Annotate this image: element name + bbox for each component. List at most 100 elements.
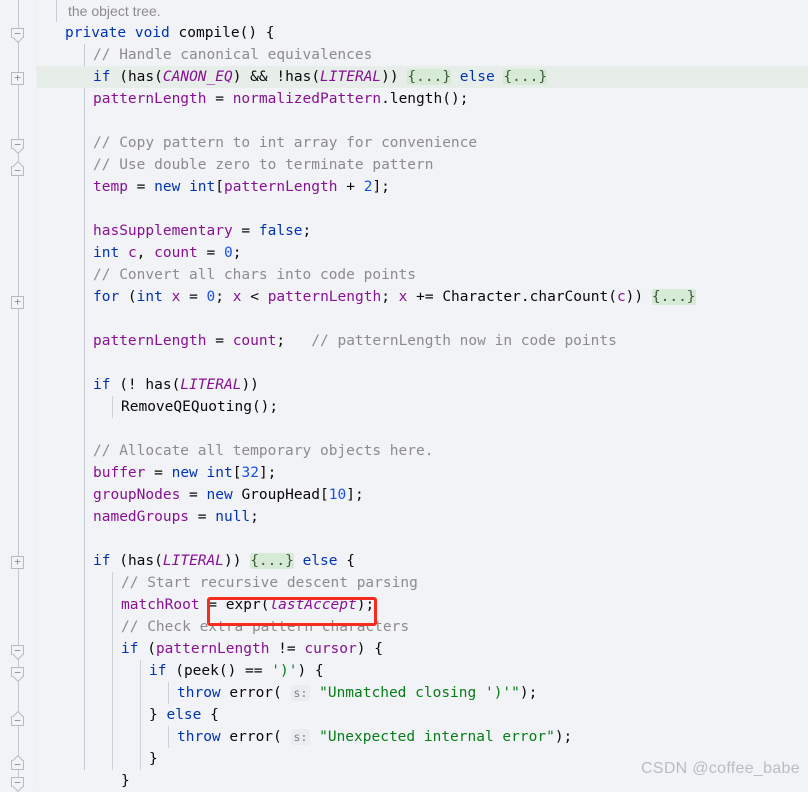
- code-line[interactable]: throw error( s: "Unexpected internal err…: [37, 726, 808, 748]
- code-line[interactable]: // Check extra pattern characters: [37, 616, 808, 638]
- code-line[interactable]: [37, 110, 808, 132]
- keyword: new: [154, 179, 181, 195]
- code-text: RemoveQEQuoting();: [121, 399, 279, 415]
- code-line[interactable]: namedGroups = null;: [37, 506, 808, 528]
- code-line[interactable]: // Handle canonical equivalences: [37, 44, 808, 66]
- field: x: [398, 289, 408, 305]
- code-line[interactable]: [37, 198, 808, 220]
- code-text: throw error( s: "Unmatched closing ')'")…: [177, 685, 538, 701]
- minus-icon: −: [14, 27, 21, 40]
- field: normalizedPattern: [232, 91, 382, 107]
- identifier: peek: [183, 663, 219, 679]
- code-line[interactable]: patternLength = normalizedPattern.length…: [37, 88, 808, 110]
- code-line[interactable]: } else {: [37, 704, 808, 726]
- plus-icon: +: [14, 71, 21, 84]
- code-content[interactable]: the object tree. private void compile() {…: [37, 0, 808, 789]
- code-line[interactable]: throw error( s: "Unmatched closing ')'")…: [37, 682, 808, 704]
- editor-gutter[interactable]: − + − − + + − − − − −: [0, 0, 36, 789]
- field: patternLength: [93, 333, 207, 349]
- keyword: new: [206, 487, 233, 503]
- code-text: } else {: [149, 707, 219, 723]
- code-line[interactable]: if (has(LITERAL)) {...} else {: [37, 550, 808, 572]
- static-field: CANON_EQ: [162, 69, 233, 85]
- field: patternLength: [93, 91, 207, 107]
- folded-code-placeholder[interactable]: {...}: [250, 553, 294, 569]
- code-text: throw error( s: "Unexpected internal err…: [177, 729, 573, 745]
- fold-marker-collapse-end[interactable]: −: [11, 755, 26, 771]
- field: count: [232, 333, 277, 349]
- field: patternLength: [155, 641, 270, 657]
- code-text: matchRoot = expr(lastAccept);: [121, 597, 375, 613]
- code-line[interactable]: private void compile() {: [37, 22, 808, 44]
- keyword: null: [215, 509, 251, 525]
- field: buffer: [93, 465, 146, 481]
- number-literal: 0: [206, 289, 216, 305]
- fold-marker-collapse-method[interactable]: −: [11, 28, 26, 43]
- code-line[interactable]: buffer = new int[32];: [37, 462, 808, 484]
- keyword: else: [166, 707, 202, 723]
- code-line[interactable]: if (patternLength != cursor) {: [37, 638, 808, 660]
- code-line[interactable]: groupNodes = new GroupHead[10];: [37, 484, 808, 506]
- code-text: patternLength = normalizedPattern.length…: [93, 91, 469, 107]
- code-line[interactable]: RemoveQEQuoting();: [37, 396, 808, 418]
- field: hasSupplementary: [93, 223, 233, 239]
- code-comment: // Convert all chars into code points: [93, 267, 417, 283]
- code-text: int c, count = 0;: [93, 245, 242, 261]
- code-line[interactable]: [37, 418, 808, 440]
- keyword: if: [93, 69, 111, 85]
- fold-marker-collapse-peek-if[interactable]: −: [11, 667, 26, 682]
- static-field: LITERAL: [162, 553, 224, 569]
- keyword: int: [206, 465, 233, 481]
- code-line[interactable]: hasSupplementary = false;: [37, 220, 808, 242]
- code-line[interactable]: temp = new int[patternLength + 2];: [37, 176, 808, 198]
- code-line[interactable]: matchRoot = expr(lastAccept);: [37, 594, 808, 616]
- code-text: if (! has(LITERAL)): [93, 377, 259, 393]
- code-text: // Copy pattern to int array for conveni…: [93, 135, 477, 151]
- fold-marker-collapse-if[interactable]: −: [11, 645, 26, 660]
- fold-marker-collapse-block[interactable]: −: [11, 139, 26, 154]
- keyword: false: [258, 223, 303, 239]
- code-line[interactable]: [37, 308, 808, 330]
- code-editor[interactable]: − + − − + + − − − − − the object tree. private void…: [0, 0, 808, 789]
- code-line[interactable]: [37, 528, 808, 550]
- field: namedGroups: [93, 509, 190, 525]
- folded-code-placeholder[interactable]: {...}: [407, 69, 452, 85]
- field: c: [127, 245, 137, 261]
- minus-icon: −: [14, 666, 21, 679]
- code-line[interactable]: if (! has(LITERAL)): [37, 374, 808, 396]
- static-field: LITERAL: [320, 69, 382, 85]
- field: temp: [93, 179, 128, 195]
- code-text: hasSupplementary = false;: [93, 223, 312, 239]
- code-text: // Use double zero to terminate pattern: [93, 157, 433, 173]
- code-line[interactable]: for (int x = 0; x < patternLength; x += …: [37, 286, 808, 308]
- code-line[interactable]: // Copy pattern to int array for conveni…: [37, 132, 808, 154]
- identifier: error: [229, 729, 274, 745]
- code-comment: // Check extra pattern characters: [121, 619, 410, 635]
- keyword: for: [93, 289, 120, 305]
- folded-code-placeholder[interactable]: {...}: [503, 69, 548, 85]
- code-text: // Handle canonical equivalences: [93, 47, 372, 63]
- fold-marker-collapse-else[interactable]: −: [11, 711, 26, 727]
- field: matchRoot: [121, 597, 200, 613]
- code-line[interactable]: [37, 352, 808, 374]
- code-text: namedGroups = null;: [93, 509, 259, 525]
- code-line[interactable]: // Allocate all temporary objects here.: [37, 440, 808, 462]
- fold-marker-expand-for[interactable]: +: [11, 296, 26, 311]
- code-line[interactable]: // Convert all chars into code points: [37, 264, 808, 286]
- fold-marker-expand-literal-if[interactable]: +: [11, 556, 26, 571]
- code-line[interactable]: patternLength = count; // patternLength …: [37, 330, 808, 352]
- folded-code-placeholder[interactable]: {...}: [651, 289, 696, 305]
- fold-marker-expand-if[interactable]: +: [11, 72, 26, 87]
- code-comment: // Start recursive descent parsing: [121, 575, 418, 591]
- code-line[interactable]: if (has(CANON_EQ) && !has(LITERAL)) {...…: [37, 66, 808, 88]
- code-line[interactable]: int c, count = 0;: [37, 242, 808, 264]
- code-line[interactable]: the object tree.: [37, 0, 808, 22]
- fold-marker-collapse-tail[interactable]: −: [11, 777, 26, 792]
- number-literal: 2: [363, 179, 373, 195]
- code-line[interactable]: // Start recursive descent parsing: [37, 572, 808, 594]
- minus-icon: −: [14, 714, 21, 727]
- code-line[interactable]: // Use double zero to terminate pattern: [37, 154, 808, 176]
- identifier: expr: [225, 597, 261, 613]
- code-line[interactable]: if (peek() == ')') {: [37, 660, 808, 682]
- fold-marker-collapse-block[interactable]: −: [11, 161, 26, 177]
